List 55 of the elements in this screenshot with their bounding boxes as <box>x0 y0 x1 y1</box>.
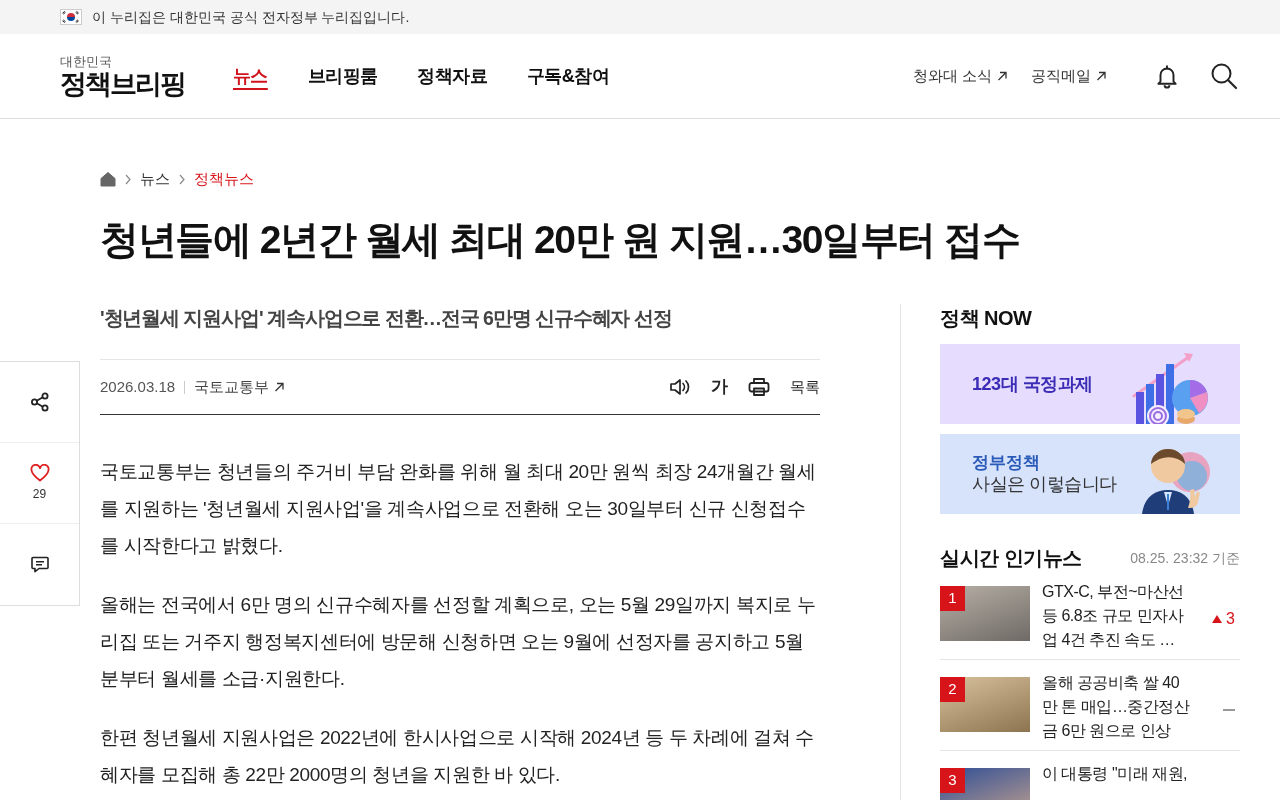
list-link[interactable]: 목록 <box>790 375 820 399</box>
banner-text: 123대 국정과제 <box>972 372 1093 396</box>
arrow-icon <box>997 71 1007 81</box>
news-title[interactable]: GTX-C, 부전~마산선 등 6.8조 규모 민자사업 4건 추진 속도 … <box>1042 580 1194 652</box>
breadcrumb-link[interactable]: 뉴스 <box>140 167 170 191</box>
home-icon[interactable] <box>100 171 116 187</box>
heart-icon[interactable] <box>29 463 50 482</box>
like-button[interactable]: 29 <box>0 443 79 524</box>
logo-wordmark[interactable]: 정책브리핑 <box>60 70 185 98</box>
chevron-icon <box>179 173 185 185</box>
printer-icon[interactable] <box>748 377 770 397</box>
flag-icon <box>60 9 82 25</box>
gov-banner-text: 이 누리집은 대한민국 공식 전자정부 누리집입니다. <box>92 7 410 27</box>
article-paragraph: 올해는 전국에서 6만 명의 신규수혜자를 선정할 계획으로, 오는 5월 29일까지 복지로 누리집 또는 거주지 행정복지센터에 방문해 신청하면 오는 9월에 선정자를 공지하고 5월분부터 월세를 소급·지원한다. <box>100 593 817 691</box>
news-title[interactable]: 올해 공공비축 쌀 40만 톤 매입…중간정산금 6만 원으로 인상 <box>1042 671 1194 743</box>
article-paragraph: 한편 청년월세 지원사업은 2022년에 한시사업으로 시작해 2024년 등 두 차례에 걸쳐 수혜자를 모집해 총 22만 2000명의 청년을 지원한 바 있다. <box>100 726 816 787</box>
font-size-button[interactable]: 가 <box>711 374 728 400</box>
comment-icon[interactable] <box>29 554 50 575</box>
banner-text: 사실은 이렇습니다 <box>972 473 1117 496</box>
promo-banner[interactable]: 123대 국정과제 <box>940 344 1240 424</box>
section-title: 정책 NOW <box>940 306 1033 331</box>
dash-icon <box>1223 709 1235 711</box>
speaker-icon[interactable] <box>669 377 691 397</box>
article-paragraph: 국토교통부는 청년들의 주거비 부담 완화를 위해 월 최대 20만 원씩 최장 24개월간 월세를 지원하는 '청년월세 지원사업'을 계속사업으로 전환해 오는 30일부터 신규 신청접수를 시작한다고 밝혔다. <box>100 460 817 558</box>
logo-subtitle[interactable]: 대한민국 <box>60 54 112 68</box>
banner-heading: 정부정책 <box>972 452 1041 474</box>
up-triangle-icon <box>1212 615 1223 623</box>
bell-icon[interactable] <box>1154 63 1180 89</box>
nav-tab[interactable]: 정책자료 <box>417 62 488 90</box>
nav-tab[interactable]: 구독&참여 <box>527 62 610 90</box>
article-title: 청년들에 2년간 월세 최대 20만 원 지원…30일부터 접수 <box>100 217 1021 263</box>
nav-tab[interactable]: 뉴스 <box>233 62 268 90</box>
nav-tab[interactable]: 브리핑룸 <box>307 62 378 90</box>
update-time: 08.25. 23:32 기준 <box>1130 548 1240 568</box>
arrow-icon <box>1096 71 1106 81</box>
search-icon[interactable] <box>1210 62 1238 90</box>
promo-banner[interactable]: 정부정책 사실은 이렇습니다 <box>940 434 1240 514</box>
header-link[interactable]: 청와대 소식 <box>912 64 1007 88</box>
arrow-icon <box>274 382 285 392</box>
header-link[interactable]: 공직메일 <box>1031 64 1106 88</box>
rank-change: 3 <box>1226 609 1235 629</box>
article-date: 2026.03.18 <box>100 376 176 397</box>
rank-badge: 1 <box>940 586 965 611</box>
news-title[interactable]: 이 대통령 "미래 재원, <box>1042 762 1194 786</box>
photo-placeholder[interactable]: 3 <box>940 768 1030 800</box>
photo-placeholder[interactable]: 1 <box>940 586 1030 641</box>
rank-badge: 2 <box>940 677 965 702</box>
rank-badge: 3 <box>940 768 965 793</box>
chevron-icon <box>125 173 131 185</box>
share-icon[interactable] <box>29 392 50 412</box>
source-link[interactable]: 국토교통부 <box>194 375 285 399</box>
breadcrumb-link[interactable]: 정책뉴스 <box>194 167 254 191</box>
article-subtitle: '청년월세 지원사업' 계속사업으로 전환…전국 6만명 신규수혜자 선정 <box>100 306 673 331</box>
photo-placeholder[interactable]: 2 <box>940 677 1030 732</box>
section-title: 실시간 인기뉴스 <box>940 546 1082 571</box>
